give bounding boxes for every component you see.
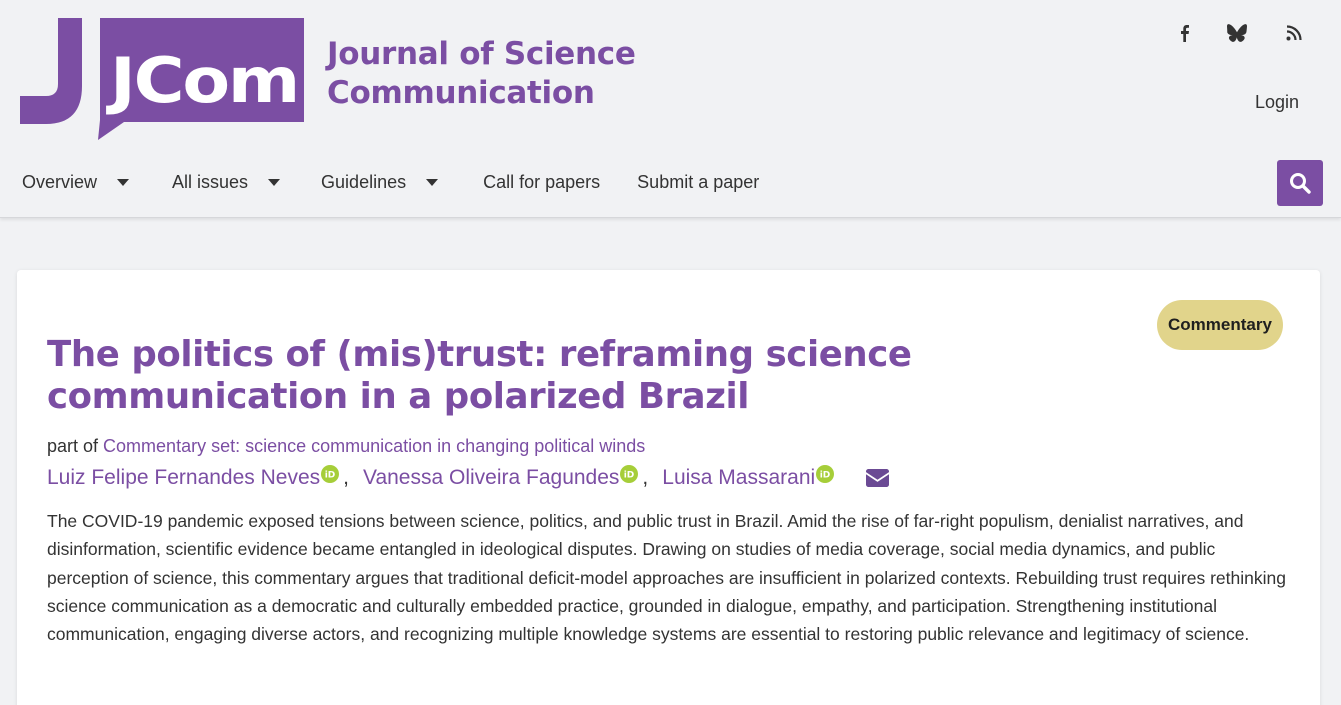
svg-text:iD: iD [624,471,635,481]
envelope-icon[interactable] [866,469,890,487]
site-title-line1: Journal of Science [327,36,636,72]
author-link[interactable]: Vanessa Oliveira Fagundes [363,466,619,490]
author-link[interactable]: Luisa Massarani [662,466,815,490]
caret-down-icon [268,178,281,186]
svg-text:iD: iD [325,471,336,481]
nav-item-label: Guidelines [321,171,407,192]
bluesky-icon[interactable] [1224,20,1250,46]
search-icon [1290,173,1311,194]
orcid-icon[interactable]: iD [321,465,340,483]
svg-text:JCom: JCom [106,44,298,117]
commentary-set-link[interactable]: Commentary set: science communication in… [103,436,645,456]
site-header: JCom Journal of Science Communication Lo… [0,0,1341,218]
part-of-prefix: part of [47,436,99,456]
search-button[interactable] [1277,160,1323,206]
author-separator: , [343,466,349,489]
author-separator: , [642,466,649,489]
facebook-icon[interactable] [1171,20,1197,46]
site-title-line2: Communication [327,75,595,111]
nav-item-call-for-papers[interactable]: Call for papers [483,164,600,200]
nav-item-label: Call for papers [483,171,601,192]
article-card: Commentary The politics of (mis)trust: r… [17,270,1320,705]
article-type-badge: Commentary [1157,300,1283,350]
orcid-icon[interactable]: iD [816,465,835,483]
nav-item-label: All issues [172,171,249,192]
site-title: Journal of Science Communication [327,35,636,113]
nav-item-submit-a-paper[interactable]: Submit a paper [637,164,759,200]
jcom-logo[interactable]: JCom [18,16,308,142]
article-abstract: The COVID-19 pandemic exposed tensions b… [47,511,1286,645]
jcom-logo-mark: JCom [20,18,304,140]
login-link[interactable]: Login [1255,92,1299,113]
nav-item-guidelines[interactable]: Guidelines [321,164,439,200]
author-list: Luiz Felipe Fernandes Neves iD , Vanessa… [47,464,890,492]
author-link[interactable]: Luiz Felipe Fernandes Neves [47,466,320,490]
svg-text:iD: iD [820,471,831,481]
nav-item-all-issues[interactable]: All issues [172,164,281,200]
caret-down-icon [426,178,439,186]
nav-item-overview[interactable]: Overview [22,164,130,200]
main-nav: Overview All issues Guidelines Call for … [0,164,759,200]
caret-down-icon [117,178,130,186]
nav-item-label: Overview [22,171,98,192]
orcid-icon[interactable]: iD [620,465,639,483]
article-title: The politics of (mis)trust: reframing sc… [47,334,912,417]
nav-item-label: Submit a paper [637,171,760,192]
part-of-line: part of Commentary set: science communic… [47,436,645,457]
rss-icon[interactable] [1281,20,1307,46]
